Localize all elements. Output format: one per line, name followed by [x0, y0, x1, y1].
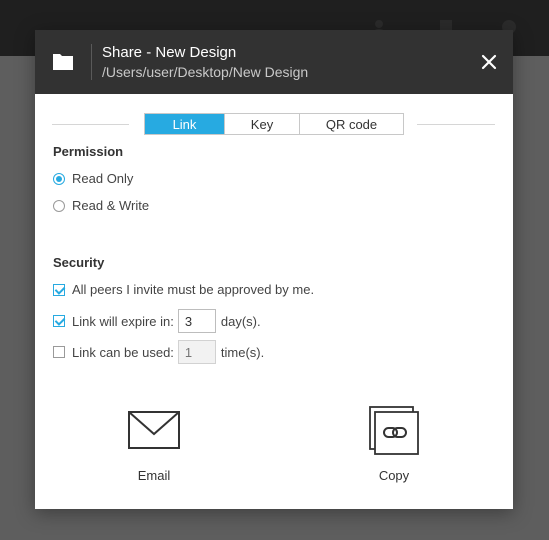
approve-peers-checkbox[interactable]: [53, 283, 65, 296]
share-tabs: Link Key QR code: [144, 113, 404, 135]
background-fragment: [0, 208, 6, 218]
approve-peers-label: All peers I invite must be approved by m…: [72, 282, 315, 297]
read-only-label: Read Only: [72, 171, 134, 186]
tab-divider-right: [417, 124, 495, 125]
link-uses-label: Link can be used:: [72, 344, 174, 360]
copy-button[interactable]: Copy: [344, 406, 444, 483]
link-expire-label: Link will expire in:: [72, 313, 174, 329]
tab-key[interactable]: Key: [224, 114, 299, 134]
security-title: Security: [53, 255, 105, 270]
dialog-path: /Users/user/Desktop/New Design: [102, 64, 309, 80]
share-dialog: Share - New Design /Users/user/Desktop/N…: [35, 30, 513, 509]
email-button[interactable]: Email: [104, 406, 204, 483]
approve-peers-option[interactable]: All peers I invite must be approved by m…: [53, 282, 314, 297]
tab-divider-left: [52, 124, 129, 125]
link-expire-checkbox[interactable]: [53, 315, 65, 327]
dialog-header: Share - New Design /Users/user/Desktop/N…: [35, 30, 513, 94]
expire-unit-label: day(s).: [220, 313, 261, 329]
read-write-label: Read & Write: [72, 198, 150, 213]
close-icon[interactable]: [479, 52, 499, 72]
copy-link-icon: [369, 406, 419, 455]
copy-label: Copy: [378, 468, 410, 483]
tab-link[interactable]: Link: [145, 114, 224, 134]
permission-read-only[interactable]: Read Only: [53, 171, 133, 186]
uses-unit-label: time(s).: [220, 344, 265, 360]
read-write-radio[interactable]: [53, 199, 65, 212]
folder-icon: [53, 54, 73, 70]
header-divider: [91, 44, 92, 80]
tab-qr-code[interactable]: QR code: [299, 114, 403, 134]
email-label: Email: [137, 468, 171, 483]
link-expire-option[interactable]: Link will expire in: day(s).: [53, 309, 261, 333]
permission-read-write[interactable]: Read & Write: [53, 198, 149, 213]
dialog-title: Share - New Design: [102, 44, 237, 61]
link-uses-checkbox[interactable]: [53, 346, 65, 358]
expire-days-input[interactable]: [177, 309, 216, 333]
permission-title: Permission: [53, 144, 124, 159]
link-uses-option[interactable]: Link can be used: time(s).: [53, 340, 264, 364]
read-only-radio[interactable]: [53, 172, 65, 185]
uses-count-input: [177, 340, 216, 364]
email-icon: [128, 411, 180, 449]
